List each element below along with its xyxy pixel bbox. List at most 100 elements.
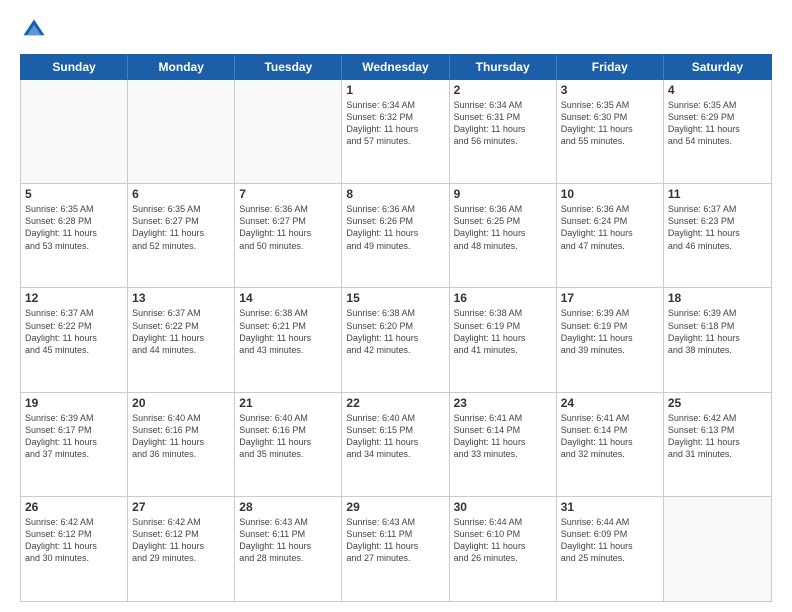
day-number: 14 xyxy=(239,291,337,305)
day-number: 27 xyxy=(132,500,230,514)
calendar-row-5: 26 Sunrise: 6:42 AM Sunset: 6:12 PM Dayli… xyxy=(21,497,771,601)
day-info: Sunrise: 6:35 AM Sunset: 6:29 PM Dayligh… xyxy=(668,99,767,148)
day-info: Sunrise: 6:39 AM Sunset: 6:17 PM Dayligh… xyxy=(25,412,123,461)
day-info: Sunrise: 6:41 AM Sunset: 6:14 PM Dayligh… xyxy=(561,412,659,461)
calendar-cell: 10 Sunrise: 6:36 AM Sunset: 6:24 PM Dayli… xyxy=(557,184,664,287)
day-info: Sunrise: 6:40 AM Sunset: 6:15 PM Dayligh… xyxy=(346,412,444,461)
calendar-cell: 15 Sunrise: 6:38 AM Sunset: 6:20 PM Dayli… xyxy=(342,288,449,391)
day-number: 12 xyxy=(25,291,123,305)
day-number: 24 xyxy=(561,396,659,410)
day-info: Sunrise: 6:39 AM Sunset: 6:19 PM Dayligh… xyxy=(561,307,659,356)
day-info: Sunrise: 6:34 AM Sunset: 6:32 PM Dayligh… xyxy=(346,99,444,148)
day-number: 25 xyxy=(668,396,767,410)
logo xyxy=(20,16,52,44)
calendar-cell: 14 Sunrise: 6:38 AM Sunset: 6:21 PM Dayli… xyxy=(235,288,342,391)
day-info: Sunrise: 6:40 AM Sunset: 6:16 PM Dayligh… xyxy=(239,412,337,461)
calendar-cell: 8 Sunrise: 6:36 AM Sunset: 6:26 PM Daylig… xyxy=(342,184,449,287)
calendar-cell xyxy=(235,80,342,183)
day-info: Sunrise: 6:38 AM Sunset: 6:20 PM Dayligh… xyxy=(346,307,444,356)
day-number: 31 xyxy=(561,500,659,514)
calendar-cell: 24 Sunrise: 6:41 AM Sunset: 6:14 PM Dayli… xyxy=(557,393,664,496)
day-number: 17 xyxy=(561,291,659,305)
calendar-cell: 30Sunrise: 6:44 AM Sunset: 6:10 PM Dayli… xyxy=(450,497,557,601)
day-number: 20 xyxy=(132,396,230,410)
day-number: 4 xyxy=(668,83,767,97)
day-number: 28 xyxy=(239,500,337,514)
day-info: Sunrise: 6:35 AM Sunset: 6:30 PM Dayligh… xyxy=(561,99,659,148)
calendar-cell: 16 Sunrise: 6:38 AM Sunset: 6:19 PM Dayli… xyxy=(450,288,557,391)
day-info: Sunrise: 6:38 AM Sunset: 6:19 PM Dayligh… xyxy=(454,307,552,356)
day-info: Sunrise: 6:42 AM Sunset: 6:13 PM Dayligh… xyxy=(668,412,767,461)
day-number: 5 xyxy=(25,187,123,201)
day-info: Sunrise: 6:36 AM Sunset: 6:26 PM Dayligh… xyxy=(346,203,444,252)
calendar-cell: 11Sunrise: 6:37 AM Sunset: 6:23 PM Dayli… xyxy=(664,184,771,287)
logo-icon xyxy=(20,16,48,44)
calendar-cell: 7Sunrise: 6:36 AM Sunset: 6:27 PM Daylig… xyxy=(235,184,342,287)
calendar-cell xyxy=(664,497,771,601)
day-number: 30 xyxy=(454,500,552,514)
day-number: 18 xyxy=(668,291,767,305)
calendar-row-4: 19 Sunrise: 6:39 AM Sunset: 6:17 PM Dayli… xyxy=(21,393,771,497)
calendar-cell: 25 Sunrise: 6:42 AM Sunset: 6:13 PM Dayli… xyxy=(664,393,771,496)
day-info: Sunrise: 6:42 AM Sunset: 6:12 PM Dayligh… xyxy=(25,516,123,565)
day-info: Sunrise: 6:43 AM Sunset: 6:11 PM Dayligh… xyxy=(239,516,337,565)
weekday-header-saturday: Saturday xyxy=(664,55,771,79)
weekday-header-wednesday: Wednesday xyxy=(342,55,449,79)
calendar-cell: 20 Sunrise: 6:40 AM Sunset: 6:16 PM Dayli… xyxy=(128,393,235,496)
day-number: 2 xyxy=(454,83,552,97)
calendar-body: 1 Sunrise: 6:34 AM Sunset: 6:32 PM Daylig… xyxy=(20,80,772,602)
calendar-cell: 28 Sunrise: 6:43 AM Sunset: 6:11 PM Dayli… xyxy=(235,497,342,601)
calendar-cell: 3 Sunrise: 6:35 AM Sunset: 6:30 PM Daylig… xyxy=(557,80,664,183)
calendar: SundayMondayTuesdayWednesdayThursdayFrid… xyxy=(20,54,772,602)
day-number: 8 xyxy=(346,187,444,201)
day-number: 16 xyxy=(454,291,552,305)
page-container: SundayMondayTuesdayWednesdayThursdayFrid… xyxy=(0,0,792,612)
day-number: 26 xyxy=(25,500,123,514)
day-number: 13 xyxy=(132,291,230,305)
calendar-header: SundayMondayTuesdayWednesdayThursdayFrid… xyxy=(20,54,772,80)
day-number: 23 xyxy=(454,396,552,410)
calendar-cell: 1 Sunrise: 6:34 AM Sunset: 6:32 PM Daylig… xyxy=(342,80,449,183)
day-number: 15 xyxy=(346,291,444,305)
calendar-cell xyxy=(128,80,235,183)
calendar-cell: 29Sunrise: 6:43 AM Sunset: 6:11 PM Dayli… xyxy=(342,497,449,601)
day-info: Sunrise: 6:37 AM Sunset: 6:23 PM Dayligh… xyxy=(668,203,767,252)
day-info: Sunrise: 6:35 AM Sunset: 6:27 PM Dayligh… xyxy=(132,203,230,252)
calendar-cell: 18Sunrise: 6:39 AM Sunset: 6:18 PM Dayli… xyxy=(664,288,771,391)
day-info: Sunrise: 6:35 AM Sunset: 6:28 PM Dayligh… xyxy=(25,203,123,252)
day-info: Sunrise: 6:37 AM Sunset: 6:22 PM Dayligh… xyxy=(25,307,123,356)
day-number: 3 xyxy=(561,83,659,97)
day-number: 21 xyxy=(239,396,337,410)
day-info: Sunrise: 6:36 AM Sunset: 6:24 PM Dayligh… xyxy=(561,203,659,252)
day-number: 19 xyxy=(25,396,123,410)
day-info: Sunrise: 6:37 AM Sunset: 6:22 PM Dayligh… xyxy=(132,307,230,356)
calendar-cell: 2Sunrise: 6:34 AM Sunset: 6:31 PM Daylig… xyxy=(450,80,557,183)
day-info: Sunrise: 6:40 AM Sunset: 6:16 PM Dayligh… xyxy=(132,412,230,461)
weekday-header-monday: Monday xyxy=(128,55,235,79)
calendar-cell xyxy=(21,80,128,183)
calendar-cell: 4 Sunrise: 6:35 AM Sunset: 6:29 PM Daylig… xyxy=(664,80,771,183)
day-info: Sunrise: 6:41 AM Sunset: 6:14 PM Dayligh… xyxy=(454,412,552,461)
weekday-header-thursday: Thursday xyxy=(450,55,557,79)
calendar-cell: 21 Sunrise: 6:40 AM Sunset: 6:16 PM Dayli… xyxy=(235,393,342,496)
calendar-cell: 27Sunrise: 6:42 AM Sunset: 6:12 PM Dayli… xyxy=(128,497,235,601)
day-number: 1 xyxy=(346,83,444,97)
day-number: 10 xyxy=(561,187,659,201)
calendar-cell: 17 Sunrise: 6:39 AM Sunset: 6:19 PM Dayli… xyxy=(557,288,664,391)
calendar-cell: 19 Sunrise: 6:39 AM Sunset: 6:17 PM Dayli… xyxy=(21,393,128,496)
day-info: Sunrise: 6:36 AM Sunset: 6:25 PM Dayligh… xyxy=(454,203,552,252)
day-number: 7 xyxy=(239,187,337,201)
header xyxy=(20,16,772,44)
day-info: Sunrise: 6:38 AM Sunset: 6:21 PM Dayligh… xyxy=(239,307,337,356)
day-info: Sunrise: 6:43 AM Sunset: 6:11 PM Dayligh… xyxy=(346,516,444,565)
calendar-row-3: 12 Sunrise: 6:37 AM Sunset: 6:22 PM Dayli… xyxy=(21,288,771,392)
calendar-cell: 9 Sunrise: 6:36 AM Sunset: 6:25 PM Daylig… xyxy=(450,184,557,287)
calendar-cell: 6Sunrise: 6:35 AM Sunset: 6:27 PM Daylig… xyxy=(128,184,235,287)
calendar-cell: 31Sunrise: 6:44 AM Sunset: 6:09 PM Dayli… xyxy=(557,497,664,601)
calendar-cell: 23 Sunrise: 6:41 AM Sunset: 6:14 PM Dayli… xyxy=(450,393,557,496)
day-number: 9 xyxy=(454,187,552,201)
calendar-row-2: 5 Sunrise: 6:35 AM Sunset: 6:28 PM Daylig… xyxy=(21,184,771,288)
calendar-cell: 26 Sunrise: 6:42 AM Sunset: 6:12 PM Dayli… xyxy=(21,497,128,601)
weekday-header-sunday: Sunday xyxy=(21,55,128,79)
day-number: 22 xyxy=(346,396,444,410)
